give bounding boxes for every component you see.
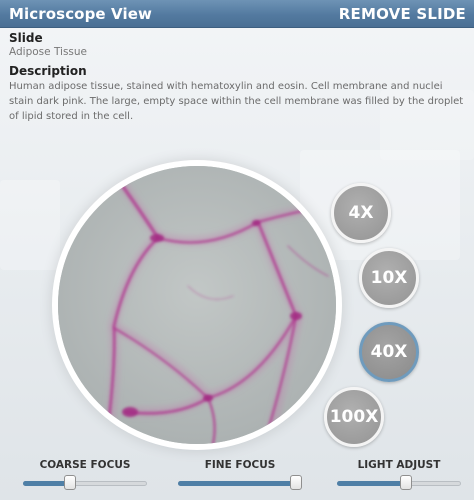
slider-thumb[interactable]	[400, 475, 413, 490]
tissue-image	[58, 166, 336, 444]
slide-heading: Slide	[9, 31, 43, 45]
remove-slide-button[interactable]: REMOVE SLIDE	[339, 5, 466, 23]
description-text: Human adipose tissue, stained with hemat…	[9, 81, 464, 122]
slide-info: Slide Adipose Tissue Description Human a…	[9, 31, 467, 124]
light-adjust-label: LIGHT ADJUST	[357, 459, 441, 471]
coarse-focus-slider[interactable]	[23, 475, 147, 490]
slider-thumb[interactable]	[289, 475, 302, 490]
fine-focus-label: FINE FOCUS	[204, 459, 276, 471]
slider-fill	[23, 481, 71, 486]
magnification-40x-button[interactable]: 40X	[359, 322, 419, 382]
background-shape	[0, 180, 60, 270]
slider-fill	[178, 481, 296, 486]
fine-focus-slider[interactable]	[178, 475, 302, 490]
microscope-panel: Microscope View REMOVE SLIDE Slide Adipo…	[0, 0, 474, 500]
light-adjust-slider[interactable]	[337, 475, 461, 490]
coarse-focus-label: COARSE FOCUS	[39, 459, 131, 471]
window-title: Microscope View	[9, 5, 152, 23]
title-bar: Microscope View REMOVE SLIDE	[0, 0, 474, 28]
slider-thumb[interactable]	[64, 475, 77, 490]
slide-name: Adipose Tissue	[9, 46, 88, 58]
slider-fill	[337, 481, 407, 486]
microscope-view	[58, 166, 336, 444]
description-heading: Description	[9, 64, 87, 78]
magnification-100x-button[interactable]: 100X	[324, 387, 384, 447]
magnification-10x-button[interactable]: 10X	[359, 248, 419, 308]
magnification-4x-button[interactable]: 4X	[331, 183, 391, 243]
